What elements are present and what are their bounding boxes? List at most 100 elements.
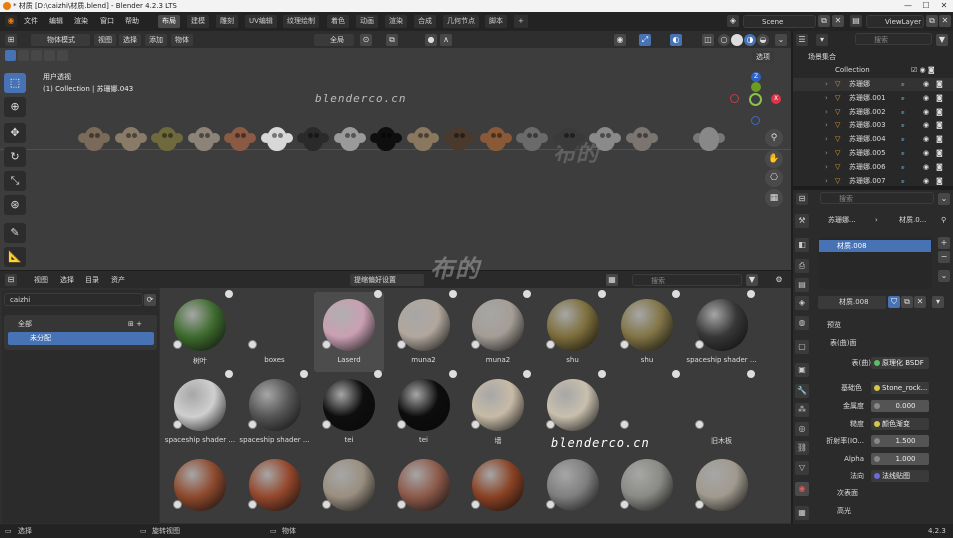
snap-icon[interactable]: ⧉: [386, 34, 398, 46]
new-viewlayer-icon[interactable]: ⧉: [926, 15, 938, 27]
suzanne-mesh[interactable]: [406, 125, 439, 153]
object-tab-icon[interactable]: ▣: [795, 363, 809, 377]
tab-rendering[interactable]: 渲染: [385, 15, 407, 28]
camera-view-icon[interactable]: ⎔: [765, 169, 783, 187]
select-intersect-icon[interactable]: [57, 50, 68, 61]
mode-selector[interactable]: 物体模式: [31, 34, 90, 46]
ior-field[interactable]: 1.500: [871, 435, 929, 447]
properties-options-icon[interactable]: ⌄: [938, 193, 950, 205]
outliner-editor-icon[interactable]: ☰: [796, 34, 808, 46]
outliner-object-row[interactable]: › ▽ 苏珊娜.003 𝓋 ◉ ◙: [793, 119, 953, 132]
tab-compositing[interactable]: 合成: [414, 15, 436, 28]
import-method-selector[interactable]: 提缩偏好设置: [350, 274, 424, 286]
expand-chevron-icon[interactable]: ›: [825, 133, 828, 146]
neg-x-axis-icon[interactable]: [730, 94, 739, 103]
transform-orientation[interactable]: 全局: [314, 34, 354, 46]
xray-toggle-icon[interactable]: ◫: [702, 34, 714, 46]
output-tab-icon[interactable]: ⎙: [795, 259, 809, 273]
normal-field[interactable]: 法线贴图: [871, 470, 929, 482]
proportional-edit-icon[interactable]: ●: [425, 34, 437, 46]
solid-shading-icon[interactable]: [731, 34, 743, 46]
scale-tool-icon[interactable]: ⤡: [4, 171, 26, 191]
y-axis-icon[interactable]: [751, 82, 761, 92]
menu-file[interactable]: 文件: [24, 15, 38, 28]
specular-section[interactable]: 高光: [837, 505, 851, 517]
render-camera-icon[interactable]: ◙: [936, 133, 943, 146]
browser-settings-gear-icon[interactable]: ⚙: [773, 274, 785, 286]
close-button[interactable]: ✕: [935, 0, 953, 12]
browser-menu-catalog[interactable]: 目录: [81, 274, 103, 286]
add-workspace-button[interactable]: +: [514, 15, 528, 28]
tab-shading[interactable]: 着色: [327, 15, 349, 28]
falloff-icon[interactable]: ∧: [440, 34, 452, 46]
scene-tab-icon[interactable]: ◈: [795, 296, 809, 310]
browser-search-input[interactable]: 搜索: [632, 274, 742, 286]
suzanne-mesh[interactable]: [370, 125, 402, 153]
suzanne-mesh[interactable]: [297, 125, 329, 153]
blender-menu-icon[interactable]: ◉: [5, 15, 17, 27]
menu-render[interactable]: 渲染: [74, 15, 88, 28]
render-tab-icon[interactable]: ◧: [795, 238, 809, 252]
particles-tab-icon[interactable]: ⁂: [795, 403, 809, 417]
asset-tile[interactable]: [165, 452, 235, 532]
render-camera-icon[interactable]: ◙: [936, 147, 943, 160]
minimize-button[interactable]: —: [899, 0, 917, 12]
outliner-object-row[interactable]: › ▽ 苏珊娜.007 𝓋 ◉ ◙: [793, 175, 953, 188]
display-mode-icon[interactable]: ▦: [606, 274, 618, 286]
library-selector[interactable]: caizhi: [4, 293, 143, 306]
expand-chevron-icon[interactable]: ›: [825, 106, 828, 119]
filter-icon[interactable]: ▼: [746, 274, 758, 286]
rendered-shading-icon[interactable]: ◒: [757, 34, 769, 46]
render-camera-icon[interactable]: ◙: [936, 78, 943, 91]
asset-tile[interactable]: tei: [314, 370, 384, 452]
viewport-menu-object[interactable]: 物体: [171, 34, 193, 46]
select-extend-icon[interactable]: [18, 50, 29, 61]
roughness-field[interactable]: 颜色渐变: [871, 418, 929, 430]
annotate-tool-icon[interactable]: ✎: [4, 223, 26, 243]
material-selector[interactable]: 材质.008: [818, 296, 886, 309]
viewport-menu-add[interactable]: 添加: [145, 34, 167, 46]
outliner-search-input[interactable]: 搜索: [855, 33, 932, 45]
viewlayer-icon[interactable]: ▤: [850, 15, 862, 27]
properties-editor-icon[interactable]: ⊟: [796, 193, 808, 205]
collection-row[interactable]: Collection ☑ ◉ ◙: [793, 64, 953, 77]
menu-window[interactable]: 窗口: [100, 15, 114, 28]
asset-tile[interactable]: shu: [612, 290, 682, 372]
scene-collection-row[interactable]: 场景集合: [793, 51, 953, 64]
suzanne-mesh[interactable]: [333, 125, 366, 153]
material-shading-icon[interactable]: ◑: [744, 34, 756, 46]
tab-modeling[interactable]: 建模: [187, 15, 209, 28]
new-scene-icon[interactable]: ⧉: [818, 15, 830, 27]
asset-tile[interactable]: Laserd: [314, 290, 384, 372]
visibility-eye-icon[interactable]: ◉: [923, 119, 929, 132]
render-camera-icon[interactable]: ◙: [936, 161, 943, 174]
scene-selector[interactable]: Scene: [743, 15, 816, 28]
measure-tool-icon[interactable]: 📐: [4, 247, 26, 267]
render-camera-icon[interactable]: ◙: [936, 119, 943, 132]
visibility-eye-icon[interactable]: ◉: [923, 147, 929, 160]
suzanne-mesh[interactable]: [589, 125, 621, 153]
delete-viewlayer-icon[interactable]: ✕: [939, 15, 951, 27]
gizmo-toggle-icon[interactable]: ⤢: [639, 34, 651, 46]
preview-section[interactable]: 预览: [827, 319, 841, 331]
suzanne-mesh[interactable]: [224, 125, 256, 153]
asset-browser-editor-icon[interactable]: ⊟: [5, 274, 17, 286]
collection-tab-icon[interactable]: ▢: [795, 340, 809, 354]
asset-tile[interactable]: muna2: [389, 290, 459, 372]
surface-section[interactable]: 表(曲)面: [830, 337, 856, 349]
render-camera-icon[interactable]: ◙: [936, 175, 943, 188]
outliner-object-row[interactable]: › ▽ 苏珊娜.006 𝓋 ◉ ◙: [793, 161, 953, 174]
material-tab-icon[interactable]: ◉: [795, 482, 809, 496]
tab-layout[interactable]: 布局: [158, 15, 180, 28]
tab-scripting[interactable]: 脚本: [485, 15, 507, 28]
visibility-eye-icon[interactable]: ◉: [923, 106, 929, 119]
select-box-icon[interactable]: [5, 50, 16, 61]
world-tab-icon[interactable]: ◍: [795, 316, 809, 330]
wireframe-shading-icon[interactable]: ○: [718, 34, 730, 46]
asset-tile[interactable]: shu: [538, 290, 608, 372]
suzanne-mesh[interactable]: [443, 125, 475, 153]
visibility-eye-icon[interactable]: ◉: [923, 175, 929, 188]
expand-chevron-icon[interactable]: ›: [825, 147, 828, 160]
visibility-icon[interactable]: ◉: [614, 34, 626, 46]
suzanne-mesh[interactable]: [78, 125, 110, 153]
